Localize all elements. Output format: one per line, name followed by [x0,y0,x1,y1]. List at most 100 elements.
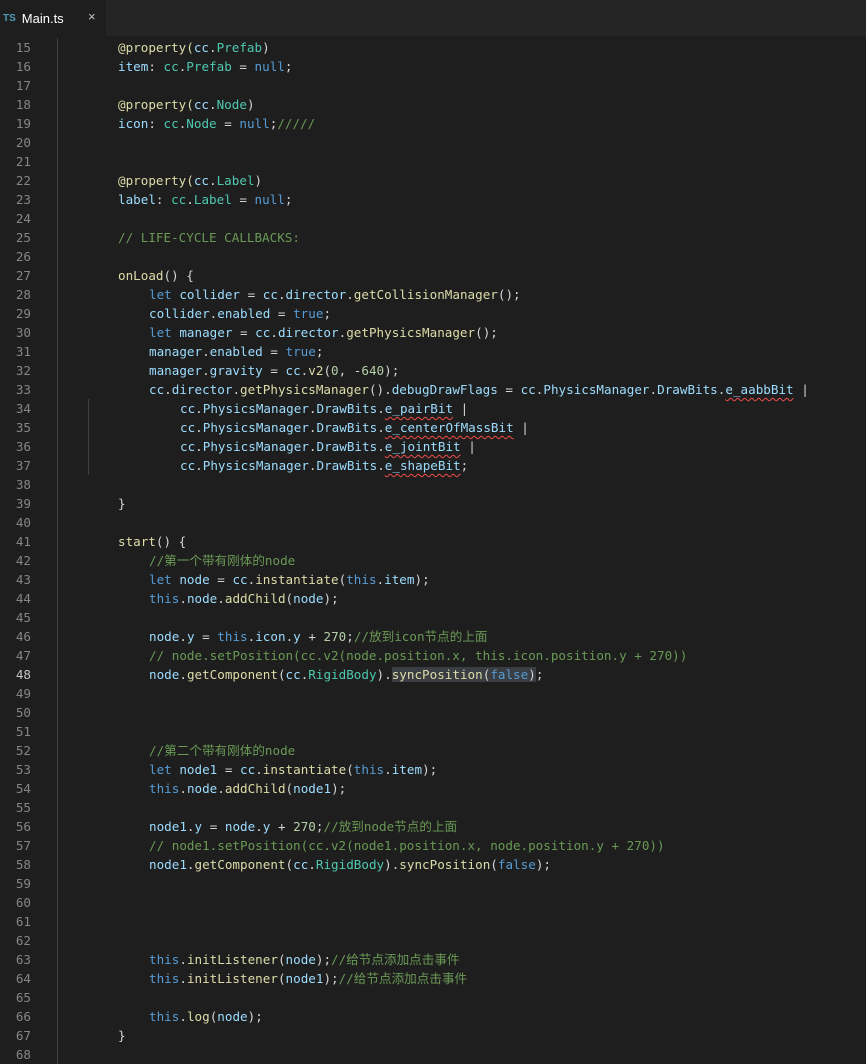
code-token: . [376,572,385,587]
code-line[interactable]: 31 manager.enabled = true; [0,342,866,361]
code-token: . [202,344,210,359]
code-line[interactable]: 56 node1.y = node.y + 270;//放到node节点的上面 [0,817,866,836]
code-text: this.node.addChild(node1); [149,779,346,798]
code-line[interactable]: 36 cc.PhysicsManager.DrawBits.e_jointBit … [0,437,866,456]
code-line[interactable]: 58 node1.getComponent(cc.RigidBody).syncP… [0,855,866,874]
code-line[interactable]: 15 @property(cc.Prefab) [0,38,866,57]
code-line[interactable]: 37 cc.PhysicsManager.DrawBits.e_shapeBit; [0,456,866,475]
line-number: 40 [15,515,31,530]
code-line[interactable]: 45 [0,608,866,627]
line-number: 39 [15,496,31,511]
code-line[interactable]: 30 let manager = cc.director.getPhysicsMa… [0,323,866,342]
code-line[interactable]: 25 // LIFE-CYCLE CALLBACKS: [0,228,866,247]
code-token: node [149,667,180,682]
code-line[interactable]: 51 [0,722,866,741]
code-line[interactable]: 63 this.initListener(node);//给节点添加点击事件 [0,950,866,969]
code-line[interactable]: 46 node.y = this.icon.y + 270;//放到icon节点的… [0,627,866,646]
code-line[interactable]: 41 start() { [0,532,866,551]
indent-guide [88,399,89,418]
code-token: @property( [118,173,194,188]
code-token: //放到node节点的上面 [323,819,458,834]
code-line[interactable]: 26 [0,247,866,266]
code-token: ; [284,192,293,207]
code-editor[interactable]: 15 @property(cc.Prefab) 16 item: cc.Prefab … [0,38,866,1064]
code-line[interactable]: 66 this.log(node); [0,1007,866,1026]
code-token: let [149,287,180,302]
code-token: manager [149,344,203,359]
code-text: node.y = this.icon.y + 270;//放到icon节点的上面 [149,627,488,646]
code-line[interactable]: 19 icon: cc.Node = null;///// [0,114,866,133]
code-token: node [285,952,316,967]
code-line[interactable]: 18 @property(cc.Node) [0,95,866,114]
code-line[interactable]: 68 [0,1045,866,1064]
code-line[interactable]: 48 node.getComponent(cc.RigidBody).syncPo… [0,665,866,684]
code-token: cc [285,363,301,378]
code-token: start [118,534,156,549]
code-token: icon [118,116,149,131]
code-token: //给节点添加点击事件 [338,971,468,986]
code-line[interactable]: 43 let node = cc.instantiate(this.item); [0,570,866,589]
code-line[interactable]: 60 [0,893,866,912]
code-line[interactable]: 16 item: cc.Prefab = null; [0,57,866,76]
code-token: ; [323,306,332,321]
code-token: node [179,572,210,587]
code-line[interactable]: 59 [0,874,866,893]
code-line[interactable]: 38 [0,475,866,494]
code-line[interactable]: 53 let node1 = cc.instantiate(this.item); [0,760,866,779]
code-token: () { [155,534,187,549]
code-line[interactable]: 47 // node.setPosition(cc.v2(node.positio… [0,646,866,665]
code-line[interactable]: 52 //第二个带有刚体的node [0,741,866,760]
code-line[interactable]: 35 cc.PhysicsManager.DrawBits.e_centerOfM… [0,418,866,437]
code-line[interactable]: 21 [0,152,866,171]
code-text: //第一个带有刚体的node [149,551,295,570]
tab-main-ts[interactable]: TS Main.ts × [0,0,106,36]
code-line[interactable]: 27 onLoad() { [0,266,866,285]
code-line[interactable]: 23 label: cc.Label = null; [0,190,866,209]
code-line[interactable]: 29 collider.enabled = true; [0,304,866,323]
code-line[interactable]: 64 this.initListener(node1);//给节点添加点击事件 [0,969,866,988]
code-line[interactable]: 22 @property(cc.Label) [0,171,866,190]
code-token: PhysicsManager [202,439,309,454]
code-line[interactable]: 24 [0,209,866,228]
code-line[interactable]: 49 [0,684,866,703]
code-token: y [194,819,203,834]
code-line[interactable]: 34 cc.PhysicsManager.DrawBits.e_pairBit | [0,399,866,418]
tab-label: Main.ts [21,10,64,26]
code-line[interactable]: 54 this.node.addChild(node1); [0,779,866,798]
code-token: director [171,382,233,397]
code-line[interactable]: 57 // node1.setPosition(cc.v2(node1.posit… [0,836,866,855]
indent-guide [57,665,58,684]
code-line[interactable]: 67} [0,1026,866,1045]
indent-guide [57,969,58,988]
code-line[interactable]: 61 [0,912,866,931]
code-line[interactable]: 17 [0,76,866,95]
code-text: manager.enabled = true; [149,342,323,361]
code-line[interactable]: 33 cc.director.getPhysicsManager().debugD… [0,380,866,399]
code-token: item [391,762,423,777]
code-line[interactable]: 20 [0,133,866,152]
code-line[interactable]: 32 manager.gravity = cc.v2(0, -640); [0,361,866,380]
code-token: getPhysicsManager [346,325,476,340]
code-line[interactable]: 44 this.node.addChild(node); [0,589,866,608]
code-token: . [270,325,278,340]
code-line[interactable]: 50 [0,703,866,722]
code-token: let [149,572,180,587]
code-line[interactable]: 55 [0,798,866,817]
code-line[interactable]: 40 [0,513,866,532]
code-line[interactable]: 42 //第一个带有刚体的node [0,551,866,570]
code-token: this [149,1009,180,1024]
indent-guide [57,133,58,152]
code-token: . [186,819,195,834]
code-token: . [209,97,217,112]
code-line[interactable]: 39} [0,494,866,513]
code-token: enabled [209,344,263,359]
code-token: node1 [179,762,218,777]
code-token: 0 [331,363,339,378]
line-number: 67 [15,1028,31,1043]
code-token: . [202,363,210,378]
code-line[interactable]: 28 let collider = cc.director.getCollisio… [0,285,866,304]
code-line[interactable]: 62 [0,931,866,950]
close-icon[interactable]: × [88,9,96,24]
code-line[interactable]: 65 [0,988,866,1007]
code-token: ). [376,667,392,682]
